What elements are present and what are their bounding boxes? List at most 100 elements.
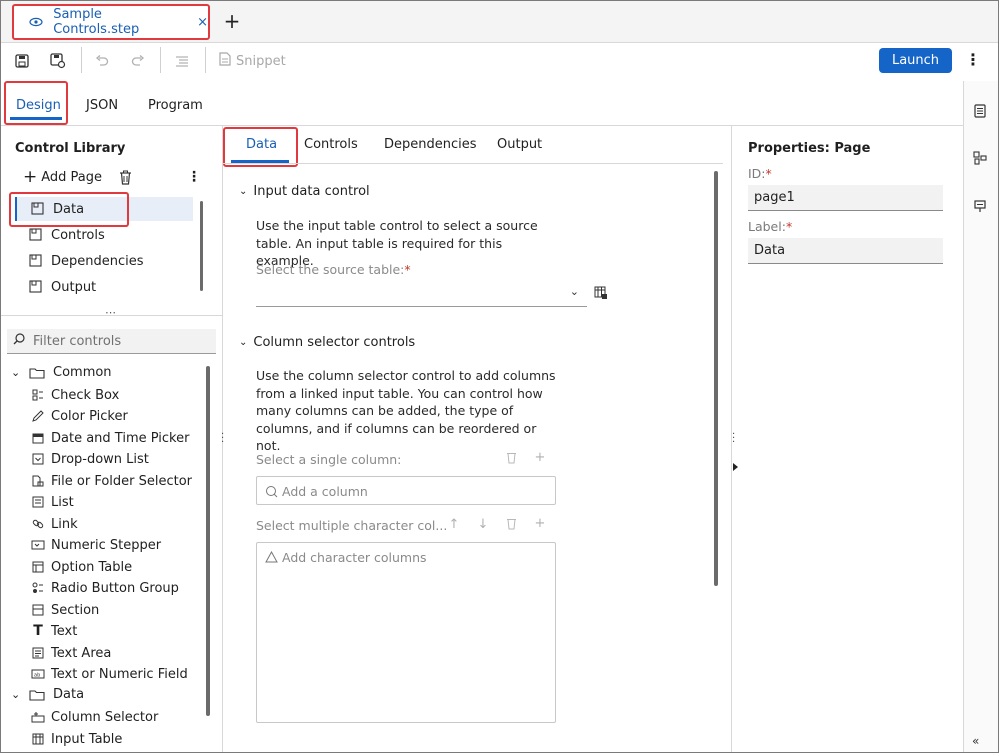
text-icon: T (33, 623, 43, 639)
control-item-label: Numeric Stepper (51, 537, 162, 553)
page-tab-data[interactable]: Data (246, 137, 277, 152)
add-icon[interactable]: + (533, 516, 547, 531)
control-item-text-numeric-field[interactable]: ab Text or Numeric Field (31, 665, 188, 683)
control-item-list[interactable]: List (31, 493, 74, 511)
label-field[interactable] (748, 238, 943, 264)
control-item-date-time-picker[interactable]: Date and Time Picker (31, 429, 189, 447)
multi-column-label: Select multiple character col... (256, 518, 448, 533)
format-icon[interactable] (172, 51, 192, 71)
properties-title: Properties: Page (748, 141, 871, 156)
snippet-button[interactable]: Snippet (219, 52, 286, 70)
file-tab[interactable]: Sample Controls.step × (12, 4, 210, 40)
page-tabs-divider (223, 163, 723, 164)
control-item-section[interactable]: Section (31, 601, 99, 619)
control-item-option-table[interactable]: Option Table (31, 558, 132, 576)
dependencies-panel-icon[interactable] (971, 149, 989, 167)
close-tab-icon[interactable]: × (197, 15, 208, 30)
filter-controls-field[interactable] (7, 329, 216, 354)
filter-controls-input[interactable] (33, 333, 203, 349)
control-item-input-table[interactable]: Input Table (31, 730, 122, 748)
checkbox-icon (31, 388, 45, 402)
section-column-selector-header[interactable]: ⌄ Column selector controls (239, 335, 415, 350)
control-item-text-area[interactable]: Text Area (31, 644, 111, 662)
new-tab-button[interactable]: + (223, 11, 241, 33)
add-column-icon (265, 485, 278, 498)
radio-icon (31, 581, 45, 595)
source-table-select[interactable]: ⌄ (256, 281, 587, 307)
delete-page-icon[interactable] (119, 170, 133, 186)
control-item-color-picker[interactable]: Color Picker (31, 407, 128, 425)
undo-icon[interactable] (92, 51, 112, 71)
calendar-icon (31, 431, 45, 445)
pages-scrollbar[interactable] (200, 201, 203, 291)
output-panel-icon[interactable] (971, 197, 989, 215)
page-item-label: Dependencies (51, 253, 144, 269)
page-tab-output[interactable]: Output (497, 137, 542, 152)
canvas-scrollbar[interactable] (714, 171, 718, 586)
character-column-icon (265, 550, 278, 564)
control-item-label: Check Box (51, 387, 120, 403)
page-item-output[interactable]: Output (15, 275, 193, 299)
control-item-drop-down-list[interactable]: Drop-down List (31, 450, 149, 468)
page-item-controls[interactable]: Controls (15, 223, 193, 247)
eye-icon (28, 14, 43, 30)
group-label: Data (53, 687, 85, 702)
control-item-label: Text (51, 623, 78, 639)
group-label: Common (53, 365, 112, 380)
trash-icon[interactable] (504, 451, 518, 468)
launch-button[interactable]: Launch (879, 48, 952, 73)
add-icon[interactable]: + (533, 450, 547, 465)
group-common[interactable]: ⌄ Common (11, 365, 112, 380)
library-divider (1, 315, 223, 316)
control-item-column-selector[interactable]: Column Selector (31, 708, 158, 726)
chevron-down-icon: ⌄ (239, 186, 248, 197)
plus-icon: + (23, 167, 38, 187)
multi-column-picker[interactable]: Add character columns (256, 542, 556, 723)
left-splitter-handle[interactable]: · · · (221, 430, 224, 448)
save-as-icon[interactable] (48, 51, 68, 71)
control-item-file-folder-selector[interactable]: File or Folder Selector (31, 472, 192, 490)
add-page-button[interactable]: + Add Page (23, 167, 102, 187)
table-viewer-icon[interactable] (594, 286, 608, 300)
page-item-label: Controls (51, 227, 105, 243)
control-item-radio-button-group[interactable]: Radio Button Group (31, 579, 179, 597)
tab-design[interactable]: Design (16, 98, 61, 113)
page-item-dependencies[interactable]: Dependencies (15, 249, 193, 273)
control-library-title: Control Library (15, 141, 126, 156)
single-column-picker[interactable]: Add a column (256, 476, 556, 505)
redo-icon[interactable] (128, 51, 148, 71)
id-label: ID:* (748, 166, 772, 181)
page-more-options-icon[interactable]: ⋮ (187, 169, 201, 185)
control-item-numeric-stepper[interactable]: Numeric Stepper (31, 536, 161, 554)
tab-json[interactable]: JSON (86, 98, 118, 113)
page-tab-dependencies[interactable]: Dependencies (384, 137, 477, 152)
page-icon (29, 254, 43, 268)
more-options-icon[interactable]: ⋮ (965, 50, 981, 70)
list-icon (31, 495, 45, 509)
library-scrollbar[interactable] (206, 366, 210, 716)
panel-splitter-handle[interactable]: ⋯ (105, 306, 116, 319)
control-item-text[interactable]: T Text (31, 622, 77, 640)
expand-arrow-icon[interactable] (733, 463, 738, 471)
move-down-icon[interactable]: ↓ (476, 517, 490, 532)
page-tab-controls[interactable]: Controls (304, 137, 358, 152)
control-item-check-box[interactable]: Check Box (31, 386, 119, 404)
toolbar-separator (205, 47, 206, 73)
save-icon[interactable] (12, 51, 32, 71)
search-icon (13, 333, 25, 349)
chevron-down-icon: ⌄ (569, 285, 579, 298)
section-description: Use the column selector control to add c… (256, 368, 556, 453)
tab-program[interactable]: Program (148, 98, 203, 113)
properties-panel-icon[interactable] (971, 102, 989, 120)
id-field[interactable] (748, 185, 943, 211)
group-data[interactable]: ⌄ Data (11, 687, 84, 702)
collapse-panel-icon[interactable]: « (972, 734, 979, 748)
text-field-icon: ab (31, 667, 45, 681)
page-item-label: Output (51, 279, 97, 295)
section-input-data-header[interactable]: ⌄ Input data control (239, 184, 370, 199)
text-area-icon (31, 646, 45, 660)
move-up-icon[interactable]: ↑ (447, 517, 461, 532)
trash-icon[interactable] (504, 517, 518, 534)
control-item-link[interactable]: Link (31, 515, 78, 533)
right-splitter-handle[interactable]: · · · (732, 430, 735, 448)
